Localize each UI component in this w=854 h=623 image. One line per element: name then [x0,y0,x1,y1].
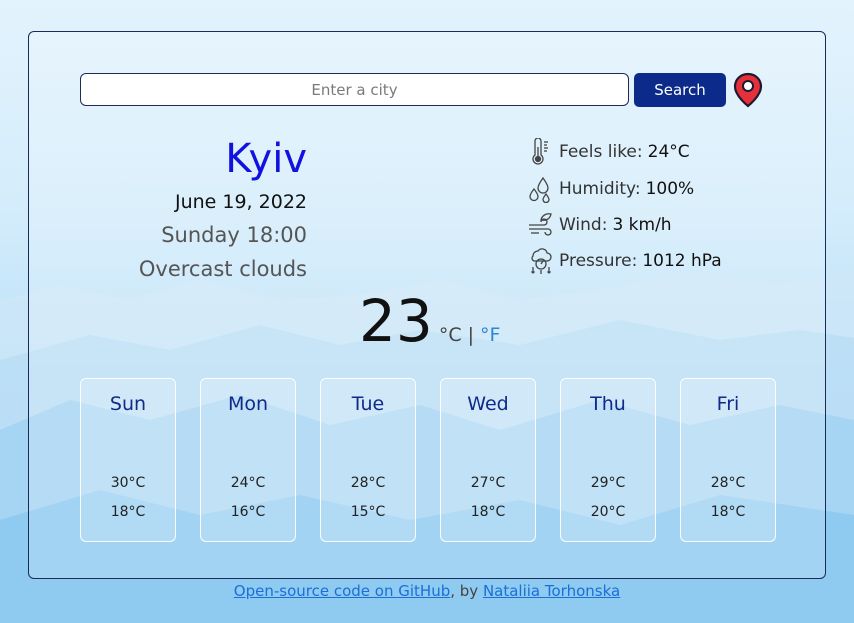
forecast-day-card: Thu 29°C 20°C [560,378,656,542]
forecast-day-card: Tue 28°C 15°C [320,378,416,542]
forecast-max-temp: 30°C [110,475,146,491]
forecast-day-name: Tue [351,393,385,415]
forecast-day-name: Fri [716,393,740,415]
forecast-day-card: Fri 28°C 18°C [680,378,776,542]
day-and-time: Sunday 18:00 [161,223,307,247]
wind-icon [527,211,553,239]
forecast-day-card: Sun 30°C 18°C [80,378,176,542]
pressure-value: 1012 hPa [642,251,722,271]
humidity-row: Humidity: 100% [527,174,694,204]
footer-by-text: , by [450,582,483,600]
forecast-max-temp: 28°C [710,475,746,491]
forecast-day-name: Wed [467,393,509,415]
wind-value: 3 km/h [612,215,672,235]
current-temperature: 23 °C | °F [359,287,500,355]
feels-like-row: Feels like: 24°C [527,137,690,167]
forecast-day-name: Mon [227,393,269,415]
weather-description: Overcast clouds [138,257,307,281]
author-link[interactable]: Nataliia Torhonska [483,582,620,600]
current-date: June 19, 2022 [174,191,307,213]
feels-like-label: Feels like: [559,142,643,162]
forecast-min-temp: 20°C [590,504,626,520]
forecast-min-temp: 15°C [350,504,386,520]
pressure-gauge-icon [527,247,553,275]
humidity-value: 100% [645,179,695,199]
city-search-input[interactable] [80,73,629,106]
city-name: Kyiv [225,136,307,182]
forecast-day-card: Mon 24°C 16°C [200,378,296,542]
forecast-max-temp: 28°C [350,475,386,491]
fahrenheit-link[interactable]: °F [480,324,500,346]
wind-label: Wind: [559,215,608,235]
forecast-day-name: Thu [590,393,626,415]
forecast-min-temp: 16°C [230,504,266,520]
humidity-label: Humidity: [559,179,641,199]
celsius-unit: °C [438,324,462,346]
forecast-min-temp: 18°C [470,504,506,520]
humidity-drops-icon [527,175,553,204]
pressure-label: Pressure: [559,251,638,271]
unit-separator: | [467,324,474,346]
wind-row: Wind: 3 km/h [527,210,672,240]
forecast-min-temp: 18°C [110,504,146,520]
footer: Open-source code on GitHub, by Nataliia … [0,582,854,600]
forecast-max-temp: 27°C [470,475,506,491]
search-button[interactable]: Search [634,73,726,107]
forecast-max-temp: 24°C [230,475,266,491]
temperature-value: 23 [359,287,433,355]
feels-like-value: 24°C [647,142,690,162]
github-source-link[interactable]: Open-source code on GitHub [234,582,450,600]
forecast-day-card: Wed 27°C 18°C [440,378,536,542]
location-pin-icon[interactable] [733,72,763,108]
forecast-day-name: Sun [109,393,147,415]
thermometer-icon [527,137,553,166]
weather-card: Search Kyiv June 19, 2022 Sunday 18:00 O… [28,31,826,579]
forecast-max-temp: 29°C [590,475,626,491]
forecast-min-temp: 18°C [710,504,746,520]
pressure-row: Pressure: 1012 hPa [527,246,722,276]
